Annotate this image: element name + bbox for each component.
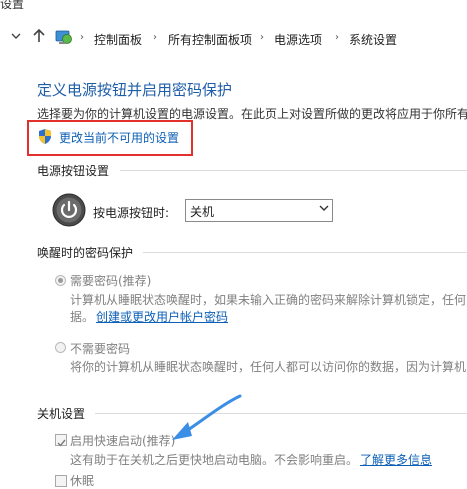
- hibernate-checkbox[interactable]: [55, 475, 67, 487]
- section-divider: [95, 413, 467, 414]
- power-button-label: 按电源按钮时:: [93, 206, 170, 220]
- section-divider: [120, 170, 467, 171]
- breadcrumb-all-items[interactable]: 所有控制面板项: [168, 31, 252, 48]
- require-password-desc-cont: 据。: [70, 310, 95, 324]
- chevron-down-icon[interactable]: [319, 203, 329, 216]
- chevron-down-icon[interactable]: [11, 30, 21, 44]
- breadcrumb-separator[interactable]: ›: [153, 32, 157, 43]
- breadcrumb-separator[interactable]: ›: [260, 32, 264, 43]
- radio-selected-dot: [58, 278, 63, 283]
- fast-startup-desc: 这有助于在关机之后更快地启动电脑。不会影响重启。: [70, 453, 359, 467]
- power-icon: [52, 193, 86, 230]
- up-arrow-icon[interactable]: [32, 28, 46, 46]
- breadcrumb-control-panel[interactable]: 控制面板: [94, 31, 142, 48]
- no-password-radio[interactable]: [55, 342, 66, 353]
- no-password-label[interactable]: 不需要密码: [70, 340, 130, 357]
- section-divider: [143, 252, 467, 253]
- create-password-link[interactable]: 创建或更改用户帐户密码: [96, 308, 228, 325]
- power-button-action-value[interactable]: 关机: [190, 203, 214, 220]
- breadcrumb-system-settings[interactable]: 系统设置: [349, 31, 397, 48]
- wake-password-section-title: 唤醒时的密码保护: [37, 246, 134, 260]
- breadcrumb-separator[interactable]: ›: [335, 32, 339, 43]
- require-password-label[interactable]: 需要密码(推荐): [70, 272, 151, 289]
- annotation-arrow-icon: [168, 392, 244, 445]
- control-panel-icon: [55, 28, 73, 49]
- learn-more-link[interactable]: 了解更多信息: [360, 451, 432, 468]
- power-button-section-title: 电源按钮设置: [37, 164, 110, 178]
- breadcrumb-power-options[interactable]: 电源选项: [274, 31, 322, 48]
- no-password-desc: 将你的计算机从睡眠状态唤醒时，任何人都可以访问你的数据，因为计算机: [70, 360, 467, 374]
- checkmark-icon: [57, 436, 66, 450]
- breadcrumb-separator[interactable]: ›: [80, 32, 84, 43]
- fast-startup-label[interactable]: 启用快速启动(推荐): [70, 432, 175, 449]
- page-title: 定义电源按钮并启用密码保护: [37, 81, 233, 99]
- shutdown-section-title: 关机设置: [37, 407, 86, 421]
- change-settings-link[interactable]: 更改当前不可用的设置: [59, 129, 179, 146]
- require-password-desc: 计算机从睡眠状态唤醒时，如果未输入正确的密码来解除计算机锁定，任何: [70, 293, 467, 307]
- hibernate-label[interactable]: 休眠: [70, 472, 94, 489]
- window-title: 设置: [0, 0, 25, 11]
- shield-icon: [37, 128, 53, 148]
